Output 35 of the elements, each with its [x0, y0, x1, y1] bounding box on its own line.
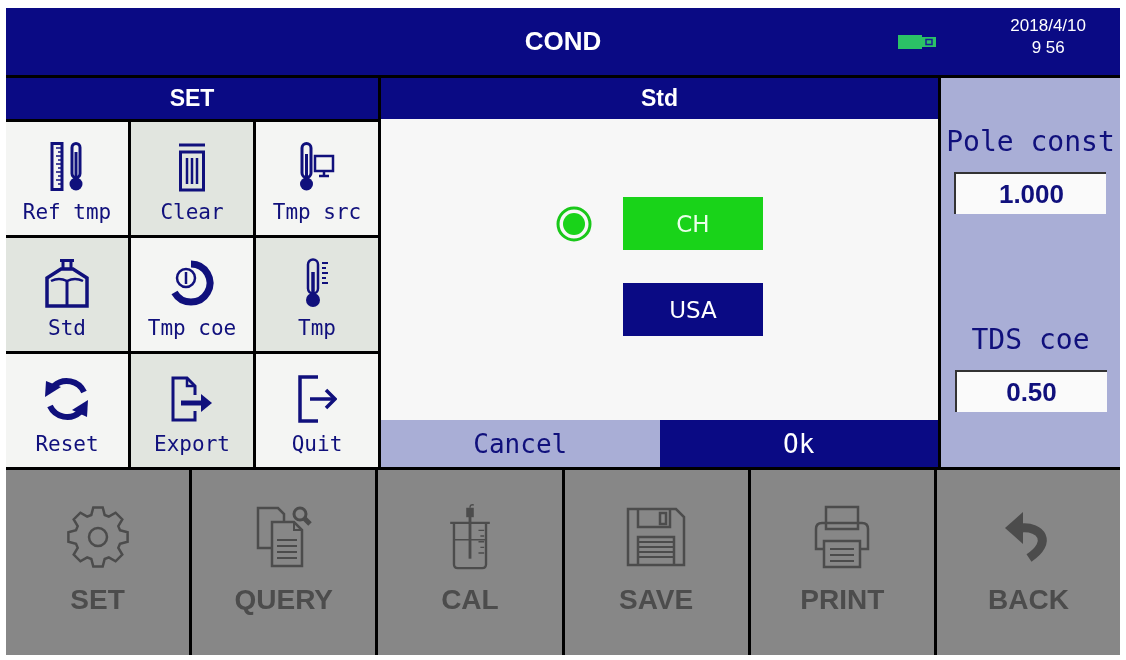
menu-tile[interactable]: Std [6, 238, 128, 351]
menu-tile[interactable]: Tmp src [256, 122, 378, 235]
date-text: 2018/4/10 [1010, 14, 1086, 37]
parameter-field[interactable]: 0.50 [954, 370, 1107, 412]
circular-arc-icon [170, 260, 214, 306]
parameter-label: Pole const [946, 126, 1115, 158]
menu-tile[interactable]: Tmp coe [131, 238, 253, 351]
app-title: COND [524, 26, 602, 57]
option-button[interactable]: USA [623, 283, 763, 336]
beaker-probe-icon [447, 504, 492, 570]
menu-tile[interactable]: Tmp [256, 238, 378, 351]
menu-tile[interactable]: Reset [6, 354, 128, 467]
thermometer-icon [304, 258, 330, 308]
menu-tile[interactable]: Quit [256, 354, 378, 467]
menu-tile[interactable]: Ref tmp [6, 122, 128, 235]
time-text: 9 56 [1031, 36, 1065, 59]
thermometer-monitor-icon [299, 142, 335, 192]
settings-icon [65, 505, 130, 569]
printer-icon [814, 505, 871, 569]
dialog-title: Std [640, 85, 679, 112]
menu-tile[interactable]: Export [131, 354, 253, 467]
dialog-button[interactable]: Ok [659, 420, 938, 467]
panel-title: SET [169, 85, 215, 112]
usb-plug-icon [898, 33, 937, 50]
ruler-thermometer-icon [50, 142, 84, 192]
file-export-icon [171, 376, 213, 422]
radio-icon [556, 205, 592, 242]
menu-tile[interactable]: Clear [131, 122, 253, 235]
parameter-field[interactable]: 1.000 [954, 172, 1107, 214]
parameter-label: TDS coe [971, 324, 1090, 356]
dialog-button[interactable]: Cancel [381, 420, 660, 467]
trash-icon [177, 142, 207, 192]
documents-search-icon [255, 506, 312, 568]
bottle-book-icon [45, 258, 89, 308]
exit-icon [297, 375, 337, 423]
